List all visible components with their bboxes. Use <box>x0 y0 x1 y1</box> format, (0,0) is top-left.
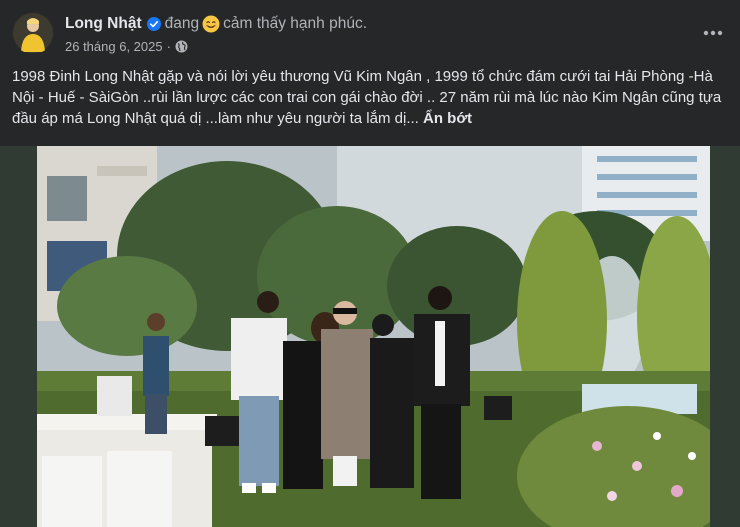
feeling-text[interactable]: cảm thấy hạnh phúc. <box>223 15 367 33</box>
author-line: Long Nhật đang cảm thấy hạnh phúc. <box>65 13 367 35</box>
meta-separator: · <box>166 38 171 54</box>
post-text: 1998 Đinh Long Nhật gặp và nói lời yêu t… <box>12 66 724 129</box>
post-photo[interactable] <box>37 146 710 527</box>
more-options-icon[interactable] <box>698 18 728 48</box>
feeling-prefix: đang <box>164 15 200 32</box>
globe-icon[interactable] <box>175 40 188 53</box>
author-avatar[interactable] <box>12 12 54 54</box>
post-date[interactable]: 26 tháng 6, 2025 <box>65 39 163 54</box>
post-meta: 26 tháng 6, 2025 · <box>65 37 188 55</box>
author-name[interactable]: Long Nhật <box>65 15 142 33</box>
post-header: Long Nhật đang cảm thấy hạnh phúc. 26 th… <box>0 0 740 62</box>
post-body: 1998 Đinh Long Nhật gặp và nói lời yêu t… <box>12 68 722 127</box>
see-less-link[interactable]: Ẩn bớt <box>423 110 472 127</box>
verified-badge-icon <box>146 17 161 31</box>
facebook-post: Long Nhật đang cảm thấy hạnh phúc. 26 th… <box>0 0 740 527</box>
smiling-emoji-icon <box>202 15 220 33</box>
